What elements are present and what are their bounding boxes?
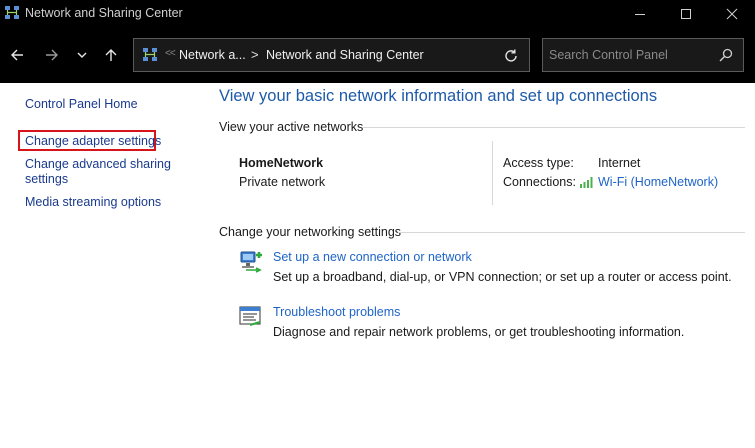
title-bar: Network and Sharing Center [0, 0, 755, 28]
sidebar-item-media-streaming-options[interactable]: Media streaming options [25, 195, 161, 210]
search-icon[interactable] [718, 47, 734, 63]
arrow-up-icon [105, 49, 117, 61]
sidebar-item-change-advanced-sharing-settings[interactable]: Change advanced sharing settings [25, 157, 171, 187]
address-bar[interactable]: << Network a... > Network and Sharing Ce… [133, 38, 530, 72]
search-box[interactable] [542, 38, 744, 72]
arrow-right-icon [46, 49, 58, 61]
chevron-down-icon [77, 52, 87, 58]
back-button[interactable] [6, 43, 28, 67]
network-center-icon [5, 6, 19, 19]
arrow-left-icon [11, 49, 23, 61]
section-label-active-networks: View your active networks [219, 120, 364, 134]
breadcrumb-item[interactable]: Network a... [179, 48, 246, 62]
task-description: Set up a broadband, dial-up, or VPN conn… [273, 270, 732, 284]
breadcrumb-separator[interactable]: > [251, 47, 259, 62]
troubleshoot-icon [239, 306, 261, 326]
access-type-value: Internet [598, 156, 641, 170]
search-input[interactable] [549, 46, 709, 64]
refresh-icon[interactable] [502, 47, 520, 65]
navigation-bar: << Network a... > Network and Sharing Ce… [0, 28, 755, 83]
page-title: View your basic network information and … [219, 87, 658, 105]
minimize-button[interactable] [617, 0, 663, 28]
sidebar-item-change-adapter-settings[interactable]: Change adapter settings [25, 134, 161, 149]
sidebar-item-label: Change advanced sharing [25, 157, 171, 171]
connection-link-wifi[interactable]: Wi-Fi (HomeNetwork) [598, 175, 718, 189]
maximize-icon [681, 9, 691, 19]
close-button[interactable] [709, 0, 755, 28]
network-center-icon [143, 48, 157, 61]
up-button[interactable] [100, 43, 122, 67]
wifi-signal-icon [580, 177, 593, 188]
access-type-label: Access type: [503, 156, 574, 170]
close-icon [726, 8, 738, 20]
breadcrumb-item[interactable]: Network and Sharing Center [266, 48, 424, 62]
network-name: HomeNetwork [239, 156, 324, 170]
minimize-icon [635, 14, 645, 15]
recent-locations-button[interactable] [71, 43, 93, 67]
breadcrumb-overflow[interactable]: << [165, 48, 176, 59]
connections-label: Connections: [503, 175, 576, 189]
troubleshoot-problems-link[interactable]: Troubleshoot problems [273, 305, 400, 319]
task-description: Diagnose and repair network problems, or… [273, 325, 685, 339]
section-label-change-settings: Change your networking settings [219, 225, 402, 239]
network-divider [492, 141, 493, 205]
setup-new-connection-link[interactable]: Set up a new connection or network [273, 250, 472, 264]
sidebar-item-label: settings [25, 172, 69, 186]
window-title: Network and Sharing Center [25, 6, 183, 20]
sidebar-item-control-panel-home[interactable]: Control Panel Home [25, 97, 138, 112]
section-divider [362, 127, 745, 128]
section-divider [398, 232, 745, 233]
new-connection-icon [240, 251, 262, 273]
network-type[interactable]: Private network [239, 175, 325, 189]
maximize-button[interactable] [663, 0, 709, 28]
forward-button[interactable] [41, 43, 63, 67]
